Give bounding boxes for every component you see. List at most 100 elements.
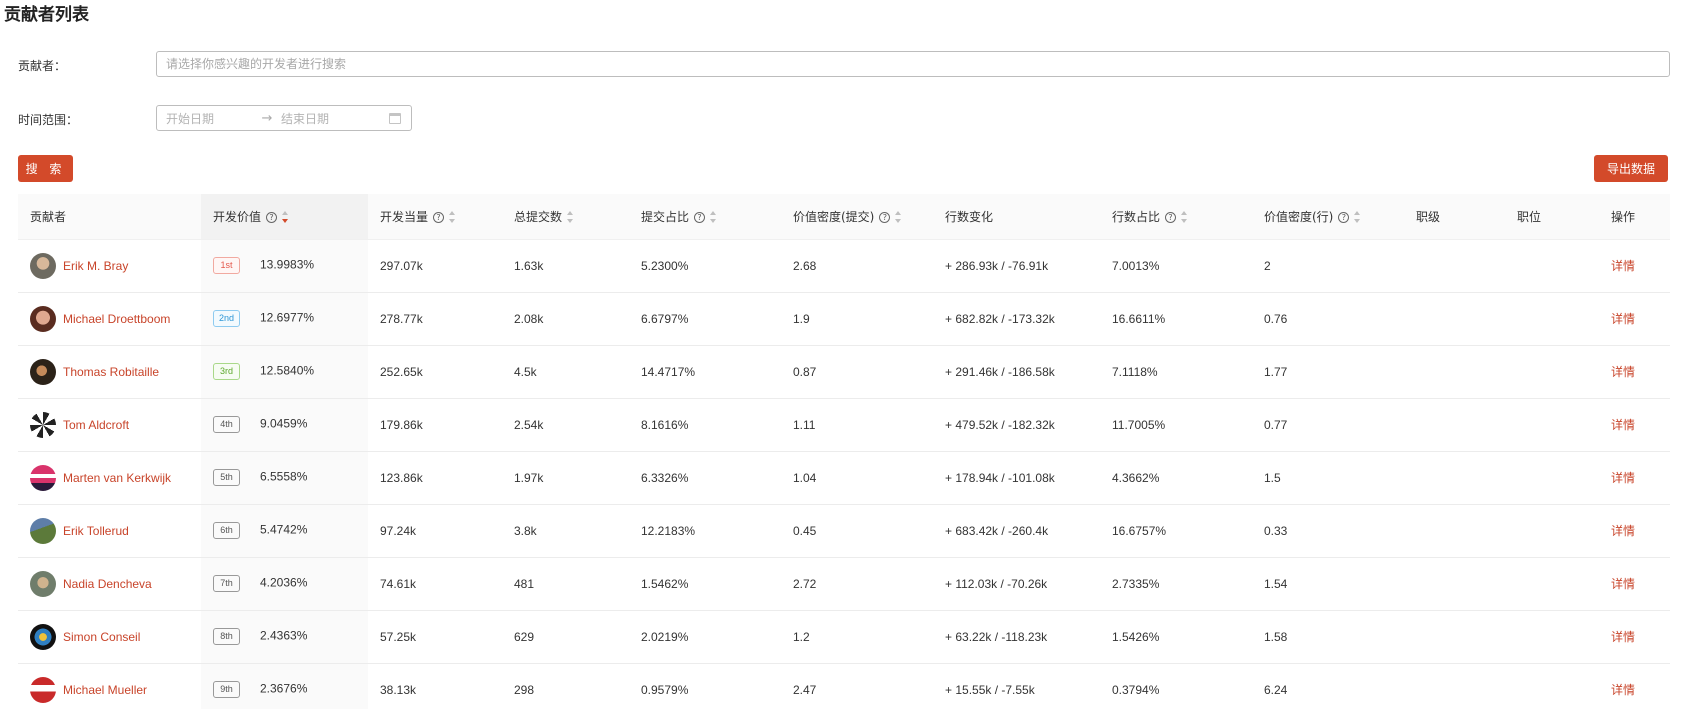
cell-commit-share: 2.0219% [641, 629, 689, 644]
cell-total-commits: 629 [514, 629, 535, 644]
header-label: 总提交数 [514, 209, 563, 224]
cell-density-line: 1.77 [1264, 364, 1288, 379]
cell-dev-value: 6th 5.4742% [201, 504, 368, 557]
contributor-name-link[interactable]: Erik M. Bray [63, 259, 128, 273]
table-row: Michael Mueller 9th 2.3676% 38.13k 298 0.… [18, 663, 1670, 709]
cell-dev-value: 9th 2.3676% [201, 663, 368, 709]
cell-commit-share: 8.1616% [641, 417, 689, 432]
cell-line-share: 16.6757% [1112, 523, 1167, 538]
table-row: Erik M. Bray 1st 13.9983% 297.07k 1.63k 5… [18, 239, 1670, 292]
header-position: 职位 [1505, 194, 1599, 240]
cell-line-change: + 15.55k / -7.55k [945, 682, 1035, 697]
avatar[interactable] [30, 411, 56, 438]
rank-badge: 7th [213, 575, 240, 592]
header-total-commits[interactable]: 总提交数 [502, 194, 629, 240]
cell-position [1505, 610, 1599, 663]
cell-density-line: 1.58 [1264, 629, 1288, 644]
help-icon[interactable]: ? [879, 211, 891, 223]
contributor-name-link[interactable]: Simon Conseil [63, 630, 140, 644]
avatar[interactable] [30, 570, 56, 597]
rank-badge: 4th [213, 416, 240, 433]
cell-density-commit: 0.45 [793, 523, 817, 538]
cell-total-commits: 298 [514, 682, 535, 697]
cell-line-share: 7.0013% [1112, 258, 1160, 273]
detail-link[interactable]: 详情 [1611, 524, 1635, 538]
avatar[interactable] [30, 358, 56, 385]
contributor-name-link[interactable]: Nadia Dencheva [63, 577, 152, 591]
avatar[interactable] [30, 517, 56, 544]
contributor-name-link[interactable]: Erik Tollerud [63, 524, 129, 538]
contributor-name-link[interactable]: Thomas Robitaille [63, 365, 159, 379]
detail-link[interactable]: 详情 [1611, 259, 1635, 273]
cell-line-change: + 682.82k / -173.32k [945, 311, 1055, 326]
cell-line-change: + 291.46k / -186.58k [945, 364, 1055, 379]
cell-dev-value: 8th 2.4363% [201, 610, 368, 663]
detail-link[interactable]: 详情 [1611, 630, 1635, 644]
help-icon[interactable]: ? [1338, 211, 1350, 223]
time-range-label: 时间范围： [18, 113, 79, 127]
detail-link[interactable]: 详情 [1611, 312, 1635, 326]
cell-action: 详情 [1599, 504, 1670, 557]
cell-level [1404, 239, 1505, 292]
cell-commit-share: 5.2300% [641, 258, 689, 273]
cell-density-line: 0.76 [1264, 311, 1288, 326]
header-line-share[interactable]: 行数占比? [1100, 194, 1252, 240]
sort-icon[interactable] [282, 211, 289, 224]
avatar[interactable] [30, 623, 56, 650]
cell-dev-equivalent: 38.13k [380, 682, 417, 697]
detail-link[interactable]: 详情 [1611, 683, 1635, 697]
avatar[interactable] [30, 464, 56, 491]
rank-badge: 6th [213, 522, 240, 539]
search-button[interactable]: 搜 索 [18, 155, 73, 182]
help-icon[interactable]: ? [433, 211, 445, 223]
detail-link[interactable]: 详情 [1611, 418, 1635, 432]
sort-icon[interactable] [449, 211, 456, 224]
cell-dev-equivalent: 278.77k [380, 311, 423, 326]
rank-badge: 5th [213, 469, 240, 486]
table-row: Marten van Kerkwijk 5th 6.5558% 123.86k 1… [18, 451, 1670, 504]
detail-link[interactable]: 详情 [1611, 471, 1635, 485]
dev-value: 12.6977% [260, 310, 315, 325]
contributor-name-link[interactable]: Tom Aldcroft [63, 418, 129, 432]
start-date-input[interactable]: 开始日期 [157, 110, 253, 127]
header-label: 开发当量 [380, 209, 429, 224]
date-range-picker[interactable]: 开始日期 → 结束日期 [156, 105, 412, 131]
avatar[interactable] [30, 305, 56, 332]
cell-density-commit: 1.2 [793, 629, 810, 644]
calendar-icon[interactable] [389, 112, 401, 124]
cell-density-line: 0.77 [1264, 417, 1288, 432]
sort-icon[interactable] [895, 211, 902, 224]
cell-dev-equivalent: 123.86k [380, 470, 423, 485]
contributor-name-link[interactable]: Michael Droettboom [63, 312, 170, 326]
contributor-name-link[interactable]: Marten van Kerkwijk [63, 471, 171, 485]
detail-link[interactable]: 详情 [1611, 577, 1635, 591]
contributor-name-link[interactable]: Michael Mueller [63, 683, 147, 697]
cell-position [1505, 557, 1599, 610]
detail-link[interactable]: 详情 [1611, 365, 1635, 379]
header-dev-equivalent[interactable]: 开发当量? [368, 194, 502, 240]
end-date-input[interactable]: 结束日期 [281, 110, 389, 127]
header-dev-value[interactable]: 开发价值? [201, 194, 368, 240]
header-density-line[interactable]: 价值密度(行)? [1252, 194, 1404, 240]
cell-total-commits: 4.5k [514, 364, 537, 379]
cell-position [1505, 451, 1599, 504]
sort-icon[interactable] [1354, 211, 1361, 224]
sort-icon[interactable] [567, 211, 574, 224]
sort-icon[interactable] [710, 211, 717, 224]
avatar[interactable] [30, 676, 56, 703]
help-icon[interactable]: ? [694, 211, 706, 223]
export-data-button[interactable]: 导出数据 [1594, 155, 1668, 182]
header-density-commit[interactable]: 价值密度(提交)? [781, 194, 933, 240]
cell-dev-value: 1st 13.9983% [201, 239, 368, 292]
sort-icon[interactable] [1181, 211, 1188, 224]
cell-total-commits: 3.8k [514, 523, 537, 538]
page-title: 贡献者列表 [4, 5, 89, 25]
help-icon[interactable]: ? [266, 211, 278, 223]
cell-dev-equivalent: 97.24k [380, 523, 417, 538]
cell-position [1505, 345, 1599, 398]
help-icon[interactable]: ? [1165, 211, 1177, 223]
cell-dev-equivalent: 297.07k [380, 258, 423, 273]
avatar[interactable] [30, 252, 56, 279]
header-commit-share[interactable]: 提交占比? [629, 194, 781, 240]
contributor-search-input[interactable] [156, 51, 1670, 77]
